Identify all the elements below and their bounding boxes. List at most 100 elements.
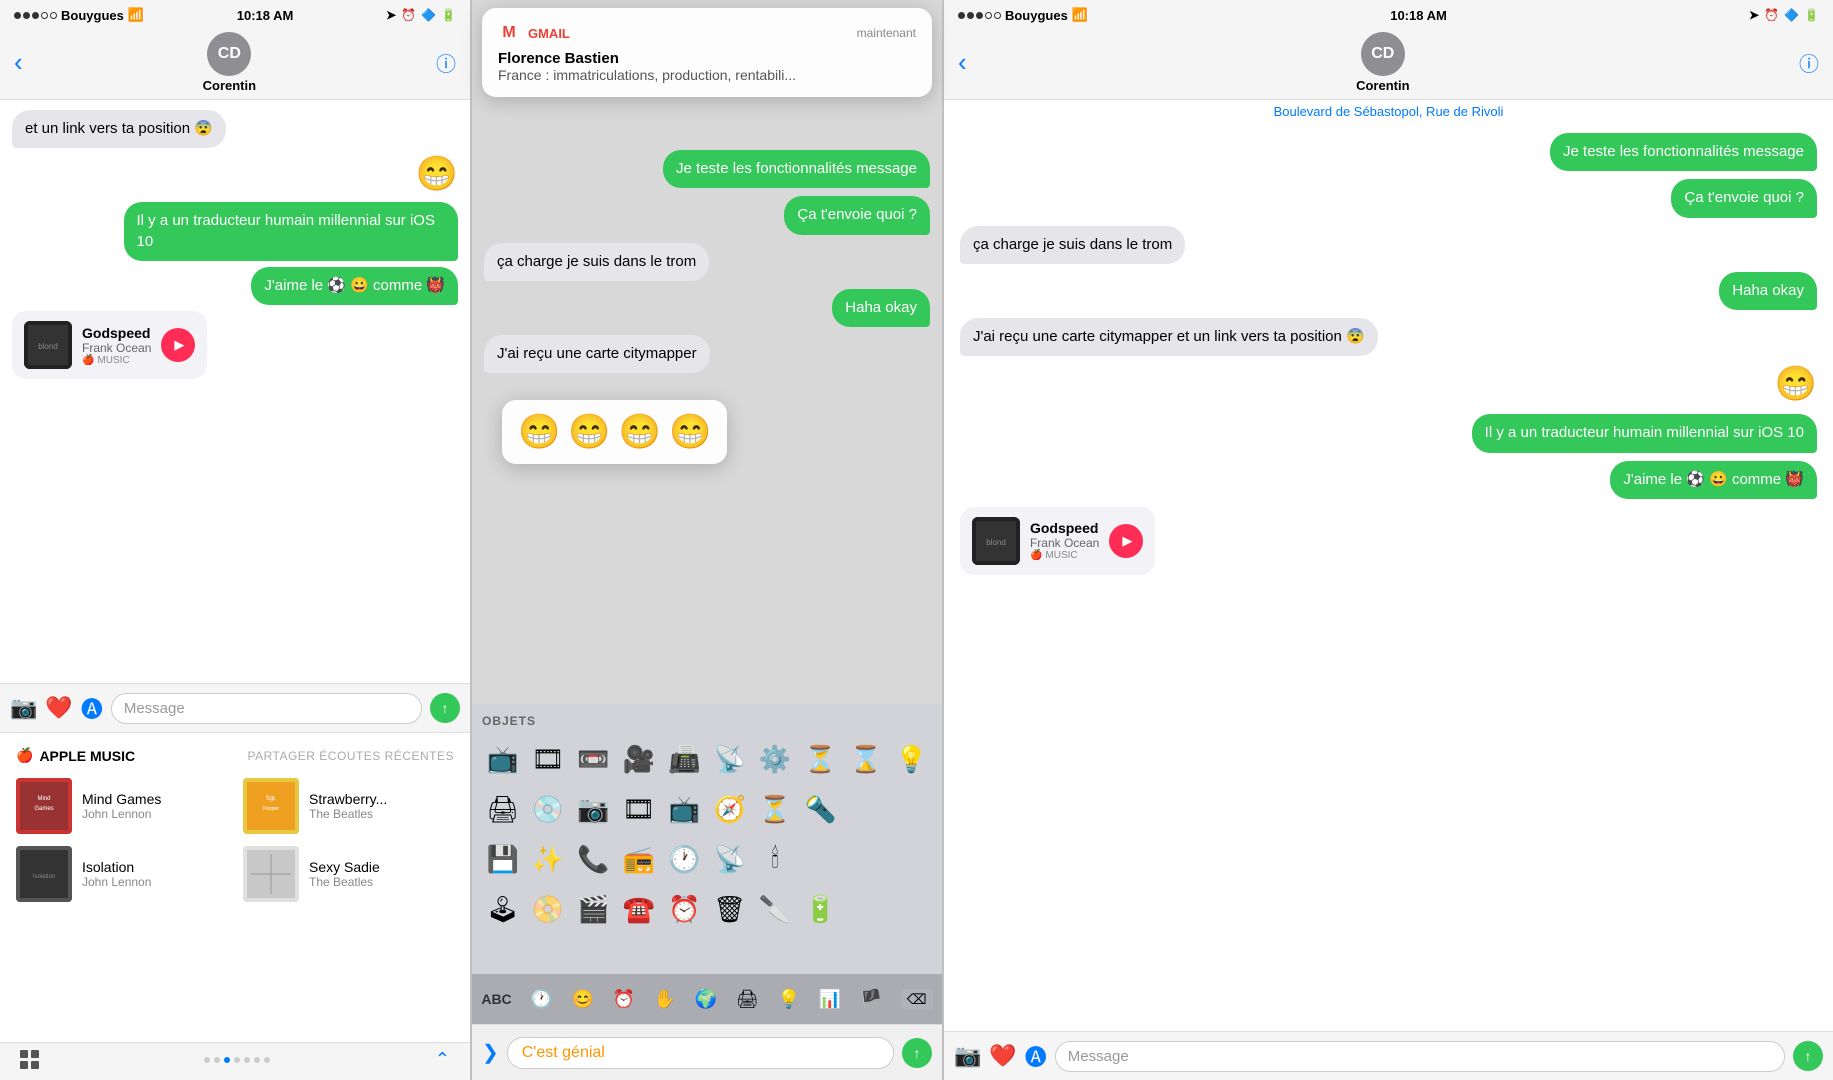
ek-floppy[interactable]: 💾: [482, 836, 523, 882]
right-message-input[interactable]: Message: [1055, 1041, 1785, 1072]
ek-joystick[interactable]: 🕹: [482, 886, 523, 932]
ek-hourglass[interactable]: ⏳: [800, 736, 841, 782]
ek-hourglass2[interactable]: ⌛: [845, 736, 886, 782]
expand-icon[interactable]: ❯: [482, 1040, 499, 1065]
kb-bulb2[interactable]: 💡: [777, 989, 799, 1010]
music-card[interactable]: blond Godspeed Frank Ocean 🍎 MUSIC ▶: [12, 311, 207, 379]
ek-clip[interactable]: 🎞: [527, 736, 568, 782]
emoji-popup[interactable]: 😁 😁 😁 😁: [502, 400, 727, 464]
album-art-sexy-sadie: [243, 846, 299, 902]
right-camera-icon[interactable]: 📷: [954, 1043, 981, 1069]
ek-phone[interactable]: 📞: [573, 836, 614, 882]
ek-camera2[interactable]: 📷: [573, 786, 614, 832]
middle-send-button[interactable]: ↑: [902, 1038, 932, 1068]
mind-games-title: Mind Games: [82, 791, 161, 807]
right-contact[interactable]: CD Corentin: [1356, 32, 1409, 93]
kb-delete[interactable]: ⌫: [901, 989, 933, 1010]
right-back-button[interactable]: ‹: [958, 47, 967, 78]
mid-bubble-1: Je teste les fonctionnalités message: [663, 150, 930, 188]
ek-camera-movie[interactable]: 🎥: [618, 736, 659, 782]
kb-chart[interactable]: 📊: [819, 989, 841, 1010]
ek-candle[interactable]: 🕯: [754, 836, 795, 882]
ek-video[interactable]: 🎬: [573, 886, 614, 932]
right-send-button[interactable]: ↑: [1793, 1041, 1823, 1071]
right-heartbeat-icon[interactable]: ❤️: [989, 1043, 1016, 1069]
info-button[interactable]: ⓘ: [436, 48, 456, 77]
message-input[interactable]: Message: [111, 693, 422, 724]
ek-vhs[interactable]: 📼: [573, 736, 614, 782]
right-music-card[interactable]: blond Godspeed Frank Ocean 🍎 MUSIC ▶: [960, 507, 1155, 575]
ek-bulb[interactable]: 💡: [891, 736, 932, 782]
music-info: Godspeed Frank Ocean 🍎 MUSIC: [82, 325, 151, 366]
kb-emoji-clock[interactable]: 🕐: [530, 989, 552, 1010]
notification-header: M GMAIL maintenant: [498, 22, 916, 44]
bubble-received-1: et un link vers ta position 😨: [12, 110, 226, 148]
apple-icon: 🍎: [16, 747, 33, 764]
emoji-4[interactable]: 😁: [669, 412, 711, 452]
app-store-icon[interactable]: 🅐: [81, 692, 103, 724]
kb-printer2[interactable]: 🖨: [736, 989, 759, 1010]
right-info-button[interactable]: ⓘ: [1799, 48, 1819, 77]
right-apple-icon: 🍎: [1030, 550, 1042, 561]
expand-button[interactable]: ⌃: [435, 1049, 450, 1070]
emoji-1[interactable]: 😁: [518, 412, 560, 452]
app-grid-icon[interactable]: [20, 1050, 39, 1069]
ek-cd[interactable]: 💿: [527, 786, 568, 832]
ek-tv[interactable]: 📺: [482, 736, 523, 782]
kb-abc[interactable]: ABC: [481, 991, 511, 1007]
signal-dot-3: [32, 12, 39, 19]
kb-flag[interactable]: 🏴: [860, 989, 882, 1010]
kb-globe[interactable]: 🌍: [695, 989, 717, 1010]
gmail-notification[interactable]: M GMAIL maintenant Florence Bastien Fran…: [482, 8, 932, 97]
ek-fax[interactable]: 📠: [664, 736, 705, 782]
keyboard-bottom-bar: ABC 🕐 😊 ⏰ ✋ 🌍 🖨 💡 📊 🏴 ⌫: [472, 974, 942, 1024]
ek-starburst[interactable]: ✨: [527, 836, 568, 882]
ek-printer[interactable]: 🖨: [482, 786, 523, 832]
kb-emoji-face[interactable]: 😊: [571, 989, 593, 1010]
ek-knife[interactable]: 🔪: [754, 886, 795, 932]
ek-dvd[interactable]: 📀: [527, 886, 568, 932]
strawberry-title: Strawberry...: [309, 791, 387, 807]
ek-clock3[interactable]: ⏰: [664, 886, 705, 932]
kb-alarm[interactable]: ⏰: [613, 989, 635, 1010]
right-play-button[interactable]: ▶: [1109, 524, 1143, 558]
camera-icon[interactable]: 📷: [10, 695, 37, 721]
back-button[interactable]: ‹: [14, 47, 23, 78]
right-music-card-row[interactable]: blond Godspeed Frank Ocean 🍎 MUSIC ▶: [960, 507, 1817, 575]
send-button[interactable]: ↑: [430, 693, 460, 723]
ek-antenna[interactable]: 📡: [709, 836, 750, 882]
music-item-isolation[interactable]: Isolation Isolation John Lennon: [16, 846, 227, 902]
right-bt-icon: 🔷: [1784, 8, 1799, 22]
ek-clock2[interactable]: 🕐: [664, 836, 705, 882]
middle-panel: M GMAIL maintenant Florence Bastien Fran…: [472, 0, 942, 1080]
heartbeat-icon[interactable]: ❤️: [45, 695, 72, 721]
emoji-2[interactable]: 😁: [568, 412, 610, 452]
middle-message-input[interactable]: C'est génial: [507, 1037, 894, 1069]
right-bubble-2: Ça t'envoie quoi ?: [1671, 179, 1817, 217]
right-msg-7: J'aime le ⚽ 😀 comme 👹: [960, 461, 1817, 499]
ek-film[interactable]: 🎞: [618, 786, 659, 832]
music-card-row[interactable]: blond Godspeed Frank Ocean 🍎 MUSIC ▶: [12, 311, 458, 379]
contact-info[interactable]: CD Corentin: [203, 32, 256, 93]
album-art-isolation: Isolation: [16, 846, 72, 902]
right-app-icon[interactable]: 🅐: [1025, 1040, 1047, 1072]
music-item-mind-games[interactable]: MindGames Mind Games John Lennon: [16, 778, 227, 834]
kb-hand[interactable]: ✋: [654, 989, 676, 1010]
ek-battery[interactable]: 🔋: [800, 886, 841, 932]
music-item-sexy-sadie[interactable]: Sexy Sadie The Beatles: [243, 846, 454, 902]
page-dot-3: [224, 1057, 230, 1063]
play-button[interactable]: ▶: [161, 328, 195, 362]
music-item-strawberry[interactable]: Sgt.Pepper Strawberry... The Beatles: [243, 778, 454, 834]
ek-trash[interactable]: 🗑: [709, 886, 750, 932]
ek-radio[interactable]: 📡: [709, 736, 750, 782]
left-messages-area: et un link vers ta position 😨 😁 Il y a u…: [0, 100, 470, 683]
ek-radio2[interactable]: 📻: [618, 836, 659, 882]
ek-compass[interactable]: 🧭: [709, 786, 750, 832]
ek-tv2[interactable]: 📺: [664, 786, 705, 832]
ek-scales[interactable]: ⚙️: [754, 736, 795, 782]
ek-flashlight[interactable]: 🔦: [800, 786, 841, 832]
ek-phone-red[interactable]: ☎️: [618, 886, 659, 932]
ek-hourglass3[interactable]: ⏳: [754, 786, 795, 832]
emoji-3[interactable]: 😁: [619, 412, 661, 452]
play-icon: ▶: [174, 337, 184, 353]
